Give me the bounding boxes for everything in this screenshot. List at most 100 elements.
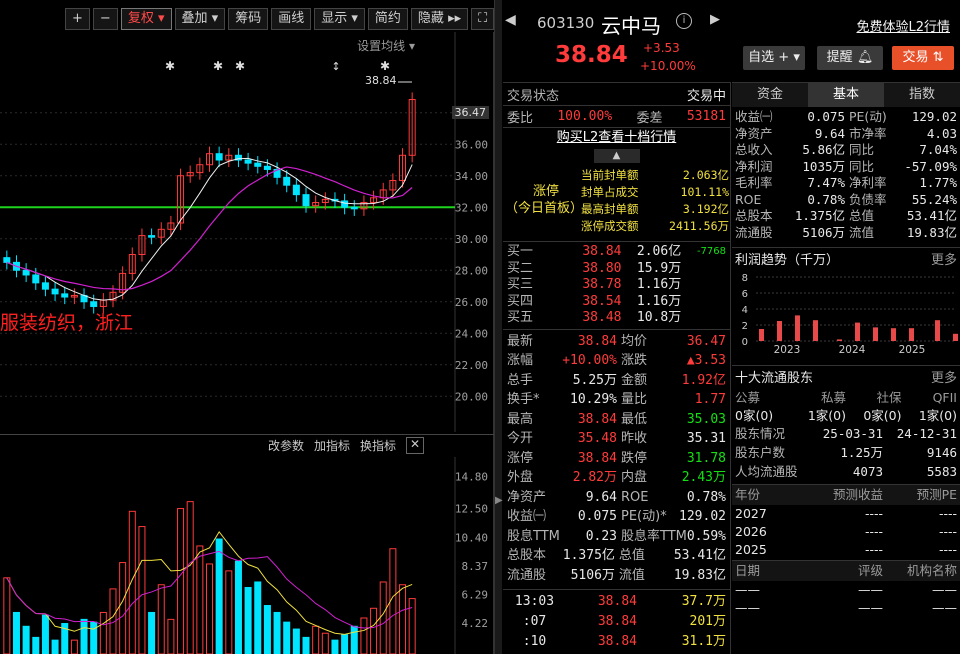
profit-y-tick: 2 (742, 321, 748, 332)
limit-up-box: 涨停 （今日首板） 当前封单额 2.063亿 封单占成交 101.11% 最高封单额 3.… (503, 163, 730, 241)
watchlist-button[interactable]: 自选 + ▾ (743, 46, 805, 70)
bid-volume: 15.9万 (636, 260, 682, 276)
simple-button[interactable]: 简约 (367, 8, 408, 30)
quote-label: ROE (621, 489, 649, 505)
forecast-head-cell: 预测收益 (832, 487, 883, 502)
fund-label: 总股本 (735, 208, 773, 223)
buy-l2-link[interactable]: 购买L2查看十档行情 (557, 130, 677, 145)
quote-label: 换手* (507, 392, 540, 407)
holder-cell: 1家(0) (807, 407, 846, 423)
fund-label: 同比 (849, 158, 875, 174)
concept-label: 服装纺织，浙江 (0, 312, 134, 334)
tab-capital[interactable]: 资金 (732, 83, 808, 107)
fund-row: 流通股 5106万 流值 19.83亿 (735, 225, 957, 242)
limit-up-row: 最高封单额 3.192亿 (581, 201, 729, 218)
fund-label: 同比 (849, 142, 875, 157)
tab-basic[interactable]: 基本 (808, 83, 884, 107)
tick-time: 13:03 (514, 594, 555, 609)
collapse-icon[interactable]: ▲ (593, 149, 640, 163)
bid-volume: 1.16万 (636, 293, 682, 309)
candlestick-chart: 38.0036.0034.0032.0030.0028.0026.0024.00… (0, 32, 488, 432)
volume-bar (273, 611, 281, 654)
y-tick-label: 22.00 (455, 359, 488, 372)
vol-tick-label: 10.40 (455, 532, 488, 545)
bid-change (681, 261, 726, 278)
event-star-icon: ✱ (165, 59, 175, 73)
candle-body (90, 301, 98, 307)
limit-up-row: 封单占成交 101.11% (581, 184, 729, 201)
limit-up-label: 最高封单额 (581, 202, 639, 216)
volume-bar (379, 581, 387, 654)
info-icon[interactable]: i (676, 13, 692, 29)
edit-params-button[interactable]: 改参数 (268, 437, 304, 454)
chips-button[interactable]: 筹码 (228, 8, 269, 30)
volume-bar (12, 611, 20, 654)
free-l2-link[interactable]: 免费体验L2行情 (856, 16, 950, 35)
rating-head-cell: 日期 (735, 563, 761, 578)
quote-label: 股息率TTM (621, 528, 687, 544)
event-star-icon: ✱ (213, 59, 223, 73)
back-arrow-icon[interactable]: ◀ (505, 12, 516, 28)
y-tick-label: 34.00 (455, 170, 488, 183)
holders-more-link[interactable]: 更多 (931, 367, 957, 386)
profit-x-tick: 2025 (899, 344, 926, 355)
profit-more-link[interactable]: 更多 (931, 249, 957, 268)
display-dropdown[interactable]: 显示 ▾ (314, 8, 365, 30)
close-icon[interactable]: ✕ (406, 437, 425, 454)
profit-header: 利润趋势（千万） 更多 (732, 247, 960, 269)
draw-line-button[interactable]: 画线 (271, 8, 312, 30)
bid-change (681, 277, 726, 294)
profit-bar (891, 328, 896, 341)
quote-label: 涨停 (507, 450, 534, 466)
quote-value: 0.075 (577, 509, 617, 524)
fund-label: 收益㈠ (735, 109, 773, 124)
candle-body (254, 162, 262, 167)
holder-cell: 1家(0) (918, 407, 957, 423)
holder-info-value: 5583 (926, 464, 957, 479)
volume-bar (186, 501, 194, 654)
weibi-row: 委比 100.00% 委差 53181 (503, 105, 730, 127)
candle-body (263, 165, 271, 170)
quote-label: 净资产 (507, 489, 547, 505)
stock-price: 38.84 (555, 42, 628, 68)
weicha-value: 53181 (686, 109, 726, 124)
tab-index[interactable]: 指数 (884, 83, 960, 107)
rating-row: —— —— —— (732, 599, 960, 617)
vol-ma5-line (6, 530, 413, 635)
volume-bar (244, 587, 252, 654)
trade-button[interactable]: 交易 ⇅ (892, 46, 954, 70)
overlay-dropdown[interactable]: 叠加 ▾ (174, 8, 226, 30)
quote-label: 昨收 (621, 431, 648, 446)
forecast-row: 2025 ---- ---- (732, 541, 960, 559)
volume-bar (370, 607, 378, 654)
zoom-in-button[interactable]: + (65, 8, 90, 30)
more-arrow-icon[interactable]: ▶ (710, 12, 720, 27)
fund-tabs: 资金 基本 指数 (732, 83, 960, 107)
panel-splitter[interactable]: ▶ (494, 0, 503, 654)
quote-value: 5.25万 (572, 372, 617, 388)
stock-name: 云中马 (601, 14, 661, 38)
fullscreen-icon[interactable]: ⛶ (471, 8, 495, 30)
fund-label: ROE (735, 191, 762, 207)
alert-button[interactable]: 提醒 🔔︎ (817, 46, 883, 70)
quote-value: 31.78 (686, 450, 726, 466)
volume-bar (206, 563, 213, 654)
tick-price: 38.84 (597, 634, 637, 649)
zoom-out-button[interactable]: − (92, 8, 118, 30)
tick-time: :10 (522, 634, 547, 649)
hide-button[interactable]: 隐藏 ▸▸ (410, 8, 469, 30)
quote-value: 0.59% (686, 528, 726, 544)
add-indicator-button[interactable]: 加指标 (314, 437, 350, 454)
quote-value: 10.29% (570, 392, 617, 407)
y-tick-label: 32.00 (455, 201, 488, 214)
candle-body (32, 274, 40, 284)
quote-value: 5106万 (570, 567, 615, 583)
switch-indicator-button[interactable]: 换指标 (360, 437, 396, 454)
chart-area[interactable]: 设置均线 ▾ 38.0036.0034.0032.0030.0028.0026.… (0, 32, 494, 654)
forecast-cell: ---- (938, 506, 957, 521)
quote-value: 35.03 (686, 411, 726, 427)
rating-cell: —— (858, 582, 883, 597)
fund-value: 5106万 (802, 224, 845, 240)
fuquan-dropdown[interactable]: 复权 ▾ (120, 8, 172, 30)
volume-bar (292, 628, 300, 654)
